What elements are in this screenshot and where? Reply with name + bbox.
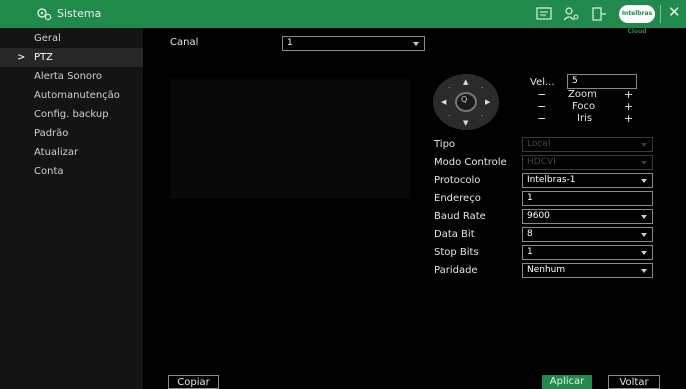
modo-controle-select: HDCVI xyxy=(522,155,653,170)
zoom-label: Zoom xyxy=(568,89,597,100)
protocolo-select[interactable]: Intelbras-1 xyxy=(522,173,653,188)
sidebar-item-label: Geral xyxy=(34,33,61,44)
endereco-label: Endereço xyxy=(434,193,481,204)
tipo-value: Local xyxy=(527,139,551,149)
sidebar-item-automanutencao[interactable]: Automanutenção xyxy=(0,86,143,105)
chevron-down-icon xyxy=(641,161,647,165)
velocidade-input[interactable]: 5 xyxy=(567,74,637,89)
baud-rate-select[interactable]: 9600 xyxy=(522,209,653,224)
sidebar: Geral > PTZ Alerta Sonoro Automanutenção … xyxy=(0,28,143,389)
tipo-select: Local xyxy=(522,137,653,152)
modo-controle-value: HDCVI xyxy=(527,157,556,167)
chevron-down-icon xyxy=(641,215,647,219)
velocidade-value: 5 xyxy=(572,76,578,86)
user-icon[interactable] xyxy=(562,6,580,22)
velocidade-label: Vel... xyxy=(530,77,555,88)
close-icon[interactable]: ✕ xyxy=(668,3,681,21)
ptz-up-left-icon[interactable]: · xyxy=(448,84,450,92)
sidebar-item-label: Alerta Sonoro xyxy=(34,71,103,82)
data-bit-label: Data Bit xyxy=(434,229,475,240)
canal-value: 1 xyxy=(287,38,293,48)
info-panel-icon[interactable] xyxy=(535,6,553,22)
back-button[interactable]: Voltar xyxy=(608,375,660,389)
sidebar-item-label: Automanutenção xyxy=(34,90,120,101)
canal-select[interactable]: 1 xyxy=(282,36,425,51)
paridade-label: Paridade xyxy=(434,265,478,276)
ptz-up-icon[interactable]: ▲ xyxy=(463,78,468,86)
foco-label: Foco xyxy=(572,101,596,112)
endereco-input[interactable]: 1 xyxy=(522,191,653,206)
ptz-center-button[interactable]: Q xyxy=(455,92,477,112)
copy-button[interactable]: Copiar xyxy=(168,375,219,389)
baud-rate-label: Baud Rate xyxy=(434,211,486,222)
chevron-down-icon xyxy=(641,269,647,273)
paridade-value: Nenhum xyxy=(527,265,566,275)
endereco-value: 1 xyxy=(527,193,533,203)
chevron-down-icon xyxy=(641,233,647,237)
sidebar-item-alerta-sonoro[interactable]: Alerta Sonoro xyxy=(0,67,143,86)
chevron-down-icon xyxy=(641,179,647,183)
chevron-down-icon xyxy=(641,251,647,255)
ptz-up-right-icon[interactable]: · xyxy=(481,84,483,92)
ptz-right-icon[interactable]: ▶ xyxy=(485,98,490,106)
sidebar-item-label: PTZ xyxy=(34,52,53,63)
active-chevron-icon: > xyxy=(17,52,26,63)
ptz-down-icon[interactable]: ▼ xyxy=(463,119,468,127)
ptz-down-right-icon[interactable]: · xyxy=(481,112,483,120)
chevron-down-icon xyxy=(413,42,419,46)
data-bit-select[interactable]: 8 xyxy=(522,227,653,242)
ptz-left-icon[interactable]: ◀ xyxy=(441,98,446,106)
video-preview xyxy=(170,79,410,199)
ptz-center-icon: Q xyxy=(461,95,468,104)
title-bar: Sistema Intelbras Cloud ✕ xyxy=(0,0,686,35)
paridade-select[interactable]: Nenhum xyxy=(522,263,653,278)
protocolo-value: Intelbras-1 xyxy=(527,175,576,185)
stop-bits-select[interactable]: 1 xyxy=(522,245,653,260)
logout-icon[interactable] xyxy=(590,6,608,22)
titlebar-divider xyxy=(660,5,661,23)
sidebar-item-conta[interactable]: Conta xyxy=(0,162,143,181)
iris-minus-button[interactable]: − xyxy=(537,112,546,125)
data-bit-value: 8 xyxy=(527,229,533,239)
stop-bits-label: Stop Bits xyxy=(434,247,479,258)
ptz-down-left-icon[interactable]: · xyxy=(448,112,450,120)
sidebar-item-config-backup[interactable]: Config. backup xyxy=(0,105,143,124)
chevron-down-icon xyxy=(641,143,647,147)
modo-controle-label: Modo Controle xyxy=(434,157,507,168)
settings-gears-icon xyxy=(37,8,52,21)
sidebar-item-label: Atualizar xyxy=(34,147,79,158)
sidebar-item-padrao[interactable]: Padrão xyxy=(0,124,143,143)
sidebar-item-label: Conta xyxy=(34,166,64,177)
cloud-logo[interactable]: Intelbras Cloud xyxy=(619,5,655,35)
sidebar-item-atualizar[interactable]: Atualizar xyxy=(0,143,143,162)
iris-label: Iris xyxy=(577,113,593,124)
tipo-label: Tipo xyxy=(434,139,456,150)
sidebar-item-geral[interactable]: Geral xyxy=(0,29,143,48)
apply-button[interactable]: Aplicar xyxy=(542,375,592,389)
stop-bits-value: 1 xyxy=(527,247,533,257)
baud-rate-value: 9600 xyxy=(527,211,550,221)
protocolo-label: Protocolo xyxy=(434,175,481,186)
iris-plus-button[interactable]: + xyxy=(624,112,633,125)
sidebar-item-label: Config. backup xyxy=(34,109,109,120)
window-title: Sistema xyxy=(57,7,102,20)
canal-label: Canal xyxy=(170,37,199,48)
sidebar-item-ptz[interactable]: > PTZ xyxy=(0,48,143,67)
sidebar-item-label: Padrão xyxy=(34,128,69,139)
